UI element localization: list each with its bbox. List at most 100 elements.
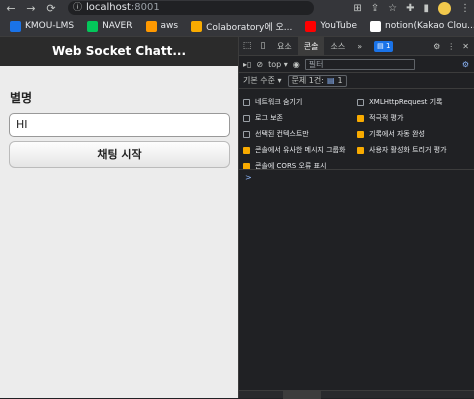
more-tabs-icon[interactable]: » bbox=[351, 37, 368, 56]
translate-icon[interactable]: ⊞ bbox=[353, 3, 361, 14]
issues-button[interactable]: 문제 1건: ▤ 1 bbox=[287, 74, 347, 87]
bookmark-item[interactable]: Colaboratory에 오... bbox=[191, 20, 292, 33]
setting-label: 기록에서 자동 완성 bbox=[369, 130, 425, 138]
devtools-drawer bbox=[239, 390, 474, 399]
setting-label: 콘솔에서 유사한 메시지 그룹화 bbox=[255, 146, 346, 154]
setting-checkbox-item[interactable]: 로그 보존 bbox=[243, 113, 357, 123]
levels-label: 기본 수준 bbox=[243, 76, 275, 85]
checkbox[interactable] bbox=[357, 130, 364, 138]
tab-sources[interactable]: 소스 bbox=[324, 37, 351, 56]
bookmark-label: Colaboratory에 오... bbox=[206, 22, 293, 33]
levels-bar: 기본 수준 ▾ 문제 1건: ▤ 1 bbox=[239, 73, 474, 89]
address-bar[interactable]: ⓘ localhost:8001 bbox=[68, 1, 314, 15]
bookmarks-bar: KMOU-LMS NAVER aws Colaboratory에 오... YouTub… bbox=[0, 16, 474, 37]
inspect-icon[interactable]: ⬚ bbox=[239, 41, 255, 51]
extensions-icon[interactable]: ✚ bbox=[406, 3, 414, 14]
nickname-input[interactable]: HI bbox=[9, 113, 230, 137]
settings-row: 네트워크 숨기기 XMLHttpRequest 기록 bbox=[243, 94, 471, 110]
checkbox[interactable] bbox=[243, 130, 250, 138]
levels-select[interactable]: 기본 수준 ▾ bbox=[243, 75, 282, 86]
web-page: Web Socket Chatt... 별명 HI 채팅 시작 bbox=[0, 37, 238, 398]
console-prompt[interactable]: > bbox=[245, 173, 252, 182]
reload-icon[interactable]: ⟳ bbox=[44, 2, 58, 15]
bookmark-favicon-icon bbox=[145, 20, 157, 32]
setting-checkbox-item[interactable]: 사용자 활성화 트리거 평가 bbox=[357, 145, 471, 155]
devtools-tabbar: ⬚ ▯ 요소 콘솔 소스 » ▤ 1 ⚙ ⋮ ✕ bbox=[239, 36, 474, 56]
url-port: :8001 bbox=[130, 2, 160, 13]
bookmark-favicon-icon bbox=[370, 20, 381, 32]
toolbar: ← → ⟳ ⓘ localhost:8001 ⊞ ⇪ ☆ ✚ ▮ ⋮ bbox=[0, 0, 474, 16]
url-host: localhost bbox=[86, 2, 131, 13]
nickname-label: 별명 bbox=[10, 91, 33, 105]
issues-count: 1 bbox=[337, 76, 343, 85]
bookmark-label: KMOU-LMS bbox=[25, 21, 75, 31]
site-info-icon[interactable]: ⓘ bbox=[73, 1, 82, 15]
error-badge[interactable]: ▤ 1 bbox=[374, 40, 394, 52]
setting-checkbox-item[interactable]: 네트워크 숨기기 bbox=[243, 97, 357, 107]
tab-elements[interactable]: 요소 bbox=[271, 37, 298, 56]
back-icon[interactable]: ← bbox=[4, 2, 18, 15]
bookmark-item[interactable]: NAVER bbox=[87, 20, 133, 32]
bookmark-item[interactable]: YouTube bbox=[305, 20, 357, 32]
bookmark-item[interactable]: aws bbox=[145, 20, 179, 32]
bookmark-favicon-icon bbox=[87, 20, 99, 32]
issues-icon: ▤ bbox=[326, 76, 335, 85]
checkbox[interactable] bbox=[243, 98, 250, 106]
settings-row: 콘솔에 CORS 오류 표시 bbox=[243, 158, 471, 174]
setting-checkbox-item[interactable]: 선택된 컨텍스트만 bbox=[243, 129, 357, 139]
settings-row: 로그 보존 적극적 평가 bbox=[243, 110, 471, 126]
setting-checkbox-item[interactable]: XMLHttpRequest 기록 bbox=[357, 97, 471, 107]
tab-console[interactable]: 콘솔 bbox=[297, 36, 325, 56]
context-value: top bbox=[268, 59, 282, 69]
gear-icon[interactable]: ⚙ bbox=[433, 42, 440, 51]
devtools-actions: ⚙ ⋮ ✕ bbox=[433, 42, 474, 51]
bookmark-favicon-icon bbox=[305, 20, 317, 32]
checkbox[interactable] bbox=[243, 146, 250, 154]
bookmark-favicon-icon bbox=[191, 20, 203, 32]
start-chat-button[interactable]: 채팅 시작 bbox=[9, 141, 230, 168]
bookmark-label: notion(Kakao Clou... bbox=[385, 21, 474, 31]
checkbox[interactable] bbox=[357, 146, 364, 154]
bookmark-favicon-icon bbox=[10, 20, 21, 32]
star-icon[interactable]: ☆ bbox=[388, 3, 397, 14]
device-toolbar-icon[interactable]: ▯ bbox=[255, 41, 271, 51]
checkbox[interactable] bbox=[243, 114, 250, 122]
sidebar-toggle-icon[interactable]: ▸▯ bbox=[243, 60, 251, 69]
bookmark-label: aws bbox=[160, 21, 179, 31]
error-count: 1 bbox=[385, 41, 391, 50]
setting-label: 적극적 평가 bbox=[369, 114, 404, 122]
setting-label: 사용자 활성화 트리거 평가 bbox=[369, 146, 447, 154]
bookmark-item[interactable]: KMOU-LMS bbox=[10, 20, 75, 32]
console-toolbar: ▸▯ ⊘ top ▾ ◉ 필터 ⚙ bbox=[239, 56, 474, 73]
bookmark-item[interactable]: notion(Kakao Clou... bbox=[370, 20, 474, 32]
setting-checkbox-item[interactable]: 기록에서 자동 완성 bbox=[357, 129, 471, 139]
forward-icon[interactable]: → bbox=[24, 2, 38, 15]
close-icon[interactable]: ✕ bbox=[462, 42, 469, 51]
setting-label: 네트워크 숨기기 bbox=[255, 98, 303, 106]
console-settings-icon[interactable]: ⚙ bbox=[462, 60, 469, 69]
page-header: Web Socket Chatt... bbox=[0, 37, 238, 66]
settings-row: 콘솔에서 유사한 메시지 그룹화 사용자 활성화 트리거 평가 bbox=[243, 142, 471, 158]
bookmark-label: NAVER bbox=[102, 21, 133, 31]
share-icon[interactable]: ⇪ bbox=[371, 3, 379, 14]
toolbar-icons: ⊞ ⇪ ☆ ✚ ▮ ⋮ bbox=[353, 0, 470, 16]
divider bbox=[239, 169, 474, 170]
setting-label: XMLHttpRequest 기록 bbox=[369, 98, 443, 106]
setting-checkbox-item[interactable]: 적극적 평가 bbox=[357, 113, 471, 123]
context-select[interactable]: top ▾ bbox=[268, 60, 288, 69]
checkbox[interactable] bbox=[357, 98, 364, 106]
filter-input[interactable]: 필터 bbox=[304, 58, 415, 70]
clear-console-icon[interactable]: ⊘ bbox=[256, 60, 263, 69]
console-settings: 네트워크 숨기기 XMLHttpRequest 기록로그 보존 적극적 평가선택된 … bbox=[243, 94, 471, 174]
sidepanel-icon[interactable]: ▮ bbox=[423, 3, 429, 14]
eye-icon[interactable]: ◉ bbox=[293, 60, 300, 69]
menu-icon[interactable]: ⋮ bbox=[460, 3, 470, 14]
setting-label: 로그 보존 bbox=[255, 114, 283, 122]
checkbox[interactable] bbox=[357, 114, 364, 122]
avatar[interactable] bbox=[438, 1, 451, 15]
kebab-icon[interactable]: ⋮ bbox=[447, 42, 455, 51]
setting-checkbox-item[interactable]: 콘솔에서 유사한 메시지 그룹화 bbox=[243, 145, 357, 155]
devtools-panel: ⬚ ▯ 요소 콘솔 소스 » ▤ 1 ⚙ ⋮ ✕ ▸▯ ⊘ top ▾ ◉ 필터… bbox=[238, 36, 474, 399]
setting-label: 선택된 컨텍스트만 bbox=[255, 130, 309, 138]
bookmark-label: YouTube bbox=[320, 21, 357, 31]
